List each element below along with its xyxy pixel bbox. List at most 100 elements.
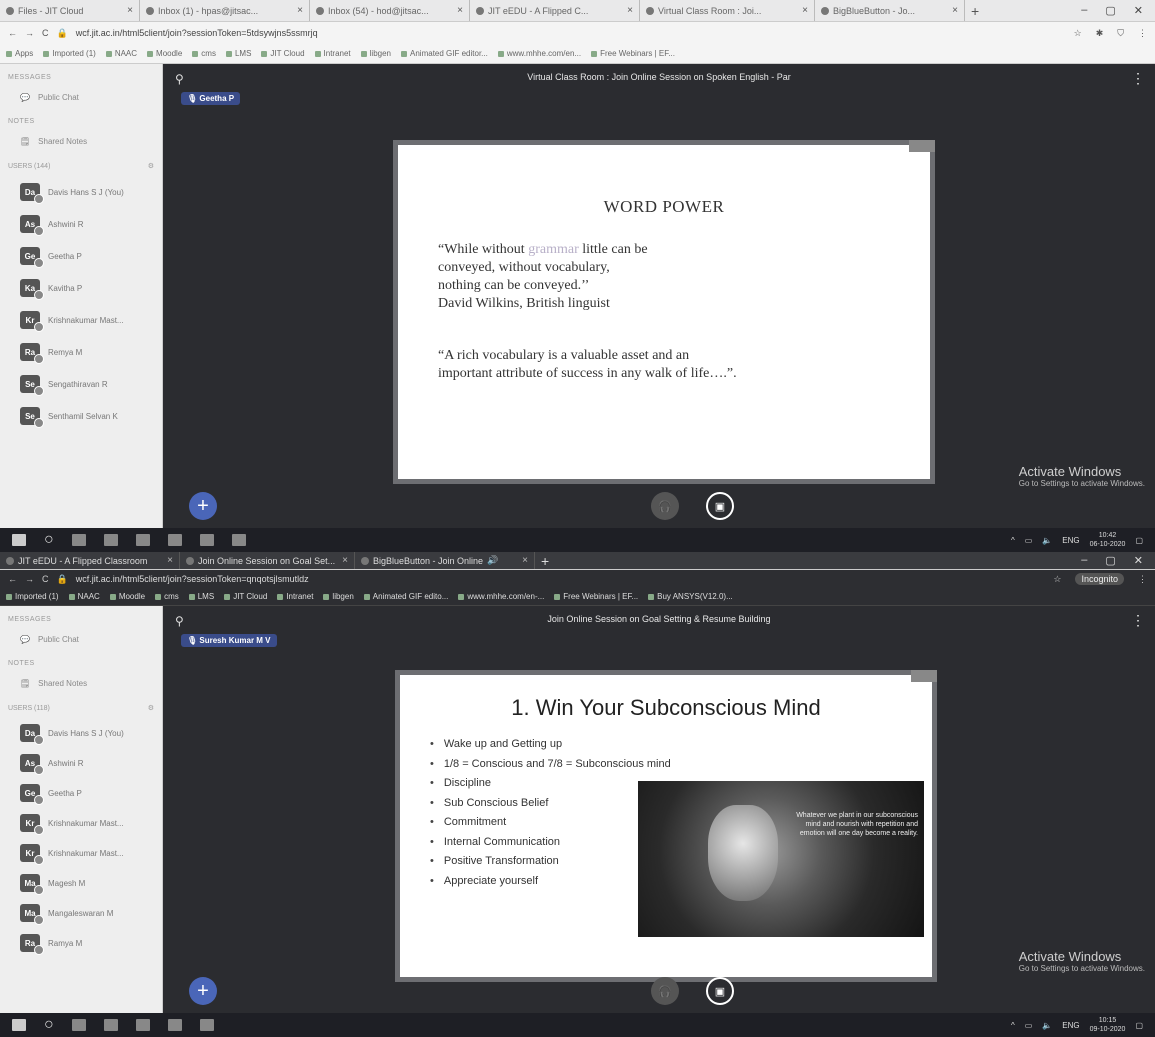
bookmark-imported[interactable]: Imported (1) (6, 592, 59, 601)
bookmark-free-webinars[interactable]: Free Webinars | EF... (554, 592, 638, 601)
network-icon[interactable]: ▭ (1025, 1021, 1033, 1030)
network-icon[interactable]: ▭ (1025, 536, 1033, 545)
user-list-item[interactable]: Ra Ramya M (0, 928, 162, 958)
minimize-icon[interactable]: – (1081, 554, 1087, 567)
bookmark-naac[interactable]: NAAC (68, 592, 100, 601)
app-icon[interactable] (167, 534, 182, 546)
user-list-item[interactable]: Da Davis Hans S J (You) (0, 718, 162, 748)
maximize-icon[interactable]: ▢ (1105, 554, 1115, 567)
bookmark-jit-cloud[interactable]: JIT Cloud (224, 592, 267, 601)
close-icon[interactable]: × (457, 5, 463, 16)
close-window-icon[interactable]: ✕ (1134, 4, 1143, 17)
bookmark-libgen[interactable]: libgen (360, 49, 391, 58)
bookmark-moodle[interactable]: Moodle (147, 49, 182, 58)
close-icon[interactable]: × (297, 5, 303, 16)
options-kebab-icon[interactable]: ⋮ (1131, 70, 1145, 87)
bookmark-lms[interactable]: LMS (225, 49, 251, 58)
user-list-item[interactable]: Ma Magesh M (0, 868, 162, 898)
user-list-item[interactable]: Ma Mangaleswaran M (0, 898, 162, 928)
screen-share-button[interactable]: ▣ (706, 977, 734, 1005)
language-indicator[interactable]: ENG (1062, 536, 1079, 545)
chrome-icon[interactable] (135, 534, 150, 546)
app-icon[interactable] (167, 1019, 182, 1031)
bookmark-moodle[interactable]: Moodle (109, 592, 145, 601)
word-icon[interactable] (199, 1019, 214, 1031)
bookmark-cms[interactable]: cms (155, 592, 179, 601)
audio-headphones-button[interactable]: 🎧 (651, 977, 679, 1005)
settings-gear-icon[interactable]: ⚙ (148, 162, 154, 170)
user-list-item[interactable]: Ka Kavitha P (0, 272, 162, 304)
bookmark-jit-cloud[interactable]: JIT Cloud (261, 49, 305, 58)
bookmark-intranet[interactable]: Intranet (277, 592, 313, 601)
close-window-icon[interactable]: ✕ (1134, 554, 1143, 567)
tab-goal-setting[interactable]: Join Online Session on Goal Set... × (180, 552, 355, 569)
star-icon[interactable]: ☆ (1074, 28, 1082, 39)
forward-icon[interactable]: → (25, 574, 34, 584)
app-icon[interactable] (231, 534, 246, 546)
volume-icon[interactable]: 🔈 (1042, 536, 1052, 545)
user-list-item[interactable]: Kr Krishnakumar Mast... (0, 304, 162, 336)
star-icon[interactable]: ☆ (1053, 574, 1061, 585)
user-list-item[interactable]: Da Davis Hans S J (You) (0, 176, 162, 208)
reload-icon[interactable]: C (42, 574, 49, 584)
chevron-up-icon[interactable]: ^ (1011, 1021, 1015, 1030)
bookmark-apps[interactable]: Apps (6, 49, 33, 58)
bookmark-intranet[interactable]: Intranet (314, 49, 351, 58)
close-icon[interactable]: × (952, 5, 958, 16)
windows-start-icon[interactable] (12, 1019, 26, 1031)
shield-icon[interactable]: ⛉ (1117, 28, 1124, 39)
close-icon[interactable]: × (127, 5, 133, 16)
new-tab-button[interactable]: + (965, 3, 985, 19)
bookmark-cms[interactable]: cms (192, 49, 216, 58)
shared-notes-item[interactable]: 🗒 Shared Notes (0, 131, 162, 152)
incognito-badge[interactable]: Incognito (1075, 573, 1124, 585)
bookmark-lms[interactable]: LMS (188, 592, 214, 601)
bookmark-free-webinars[interactable]: Free Webinars | EF... (591, 49, 675, 58)
close-icon[interactable]: × (167, 555, 173, 566)
tab-virtual-class-room[interactable]: Virtual Class Room : Joi... × (640, 0, 815, 21)
bookmark-mhhe[interactable]: www.mhhe.com/en... (497, 49, 581, 58)
audio-headphones-button[interactable]: 🎧 (651, 492, 679, 520)
user-list-item[interactable]: Ge Geetha P (0, 778, 162, 808)
language-indicator[interactable]: ENG (1062, 1021, 1079, 1030)
minimize-icon[interactable]: – (1081, 4, 1087, 17)
tab-jit-eedu[interactable]: JIT eEDU - A Flipped Classroom × (0, 552, 180, 569)
search-icon[interactable]: ○ (44, 1016, 54, 1034)
tab-inbox-1[interactable]: Inbox (1) - hpas@jitsac... × (140, 0, 310, 21)
close-icon[interactable]: × (522, 555, 528, 566)
options-kebab-icon[interactable]: ⋮ (1131, 612, 1145, 629)
screen-share-button[interactable]: ▣ (706, 492, 734, 520)
bookmark-gif-editor[interactable]: Animated GIF editor... (401, 49, 488, 58)
bookmark-ansys[interactable]: Buy ANSYS(V12.0)... (648, 592, 733, 601)
close-icon[interactable]: × (342, 555, 348, 566)
bookmark-mhhe[interactable]: www.mhhe.com/en-... (458, 592, 544, 601)
settings-gear-icon[interactable]: ⚙ (148, 704, 154, 712)
public-chat-item[interactable]: 💬 Public Chat (0, 87, 162, 108)
user-list-item[interactable]: Kr Krishnakumar Mast... (0, 808, 162, 838)
back-icon[interactable]: ← (8, 28, 17, 38)
reload-icon[interactable]: C (42, 28, 49, 38)
user-list-item[interactable]: Se Sengathiravan R (0, 368, 162, 400)
chrome-icon[interactable] (135, 1019, 150, 1031)
notification-icon[interactable]: ▢ (1135, 536, 1143, 545)
tab-jit-cloud[interactable]: Files - JIT Cloud × (0, 0, 140, 21)
actions-plus-button[interactable]: + (189, 492, 217, 520)
menu-kebab-icon[interactable]: ⋮ (1138, 28, 1147, 39)
clock[interactable]: 10:15 09-10-2020 (1090, 1016, 1126, 1034)
maximize-icon[interactable]: ▢ (1105, 4, 1115, 17)
search-icon[interactable]: ○ (44, 531, 54, 549)
public-chat-item[interactable]: 💬 Public Chat (0, 629, 162, 650)
new-tab-button[interactable]: + (535, 553, 555, 569)
shared-notes-item[interactable]: 🗒 Shared Notes (0, 673, 162, 694)
actions-plus-button[interactable]: + (189, 977, 217, 1005)
bookmark-imported[interactable]: Imported (1) (43, 49, 96, 58)
bookmark-naac[interactable]: NAAC (105, 49, 137, 58)
user-list-item[interactable]: Ra Remya M (0, 336, 162, 368)
bookmark-gif-editor[interactable]: Animated GIF edito... (363, 592, 448, 601)
tab-bigbluebutton[interactable]: BigBlueButton - Jo... × (815, 0, 965, 21)
menu-kebab-icon[interactable]: ⋮ (1138, 574, 1147, 585)
task-view-icon[interactable] (71, 1019, 86, 1031)
extension-icon[interactable]: ✱ (1096, 28, 1104, 39)
close-icon[interactable]: × (802, 5, 808, 16)
url-field[interactable]: wcf.jit.ac.in/html5client/join?sessionTo… (76, 574, 1046, 584)
